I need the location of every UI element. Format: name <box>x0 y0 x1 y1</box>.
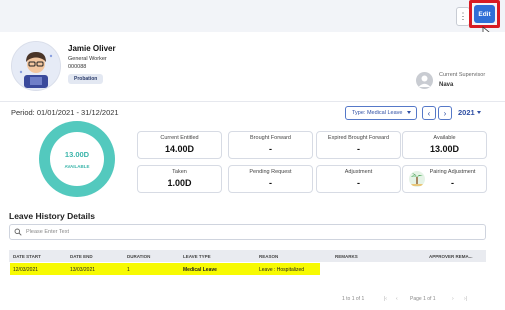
donut-center <box>50 132 104 186</box>
column-header[interactable]: REMARKS <box>335 254 358 259</box>
column-header[interactable]: LEAVE TYPE <box>183 254 211 259</box>
kebab-icon: ⋮ <box>458 11 468 21</box>
pagination-page: Page 1 of 1 <box>410 296 436 302</box>
supervisor-label: Current Supervisor <box>439 72 486 78</box>
stat-value: - <box>357 144 360 154</box>
user-icon <box>418 75 431 87</box>
employee-name: Jamie Oliver <box>68 44 116 53</box>
employee-id: 000088 <box>68 64 87 70</box>
column-header[interactable]: DURATION <box>127 254 150 259</box>
supervisor-name: Nava <box>439 82 454 88</box>
stat-label: Adjustment <box>344 169 373 175</box>
search-icon <box>14 228 22 236</box>
leave-type-select[interactable]: Type: Medical Leave <box>345 106 417 120</box>
table-cell: Leave : Hospitalized <box>259 267 305 273</box>
stat-label: Brought Forward <box>250 135 291 141</box>
employee-avatar-illustration-icon <box>12 42 60 90</box>
column-header[interactable]: APPROVER REMA... <box>429 254 473 259</box>
next-page-icon[interactable]: › <box>452 296 454 302</box>
previous-page-icon[interactable]: ‹ <box>396 296 398 302</box>
column-header[interactable]: REASON <box>259 254 278 259</box>
more-options-button[interactable]: ⋮ <box>456 7 470 26</box>
stat-value: - <box>269 178 272 188</box>
employee-role: General Worker <box>68 56 107 62</box>
stat-value: 13.00D <box>429 144 460 154</box>
search-input[interactable] <box>9 224 486 240</box>
divider <box>0 101 505 102</box>
status-badge: Probation <box>68 74 104 84</box>
table-cell: 13/03/2021 <box>70 267 96 273</box>
stat-value: - <box>269 144 272 154</box>
leave-history-title: Leave History Details <box>9 211 95 221</box>
stat-value: - <box>357 178 360 188</box>
stat-value: 14.00D <box>164 144 195 154</box>
table-cell: Medical Leave <box>183 267 217 273</box>
first-page-icon[interactable]: |‹ <box>384 296 387 302</box>
donut-value: 13.00D <box>64 150 90 159</box>
column-header[interactable]: DATE END <box>70 254 93 259</box>
stat-label: Current Entitled <box>160 135 199 141</box>
year-selector[interactable]: 2021 <box>458 108 475 117</box>
stat-label: Available <box>433 135 456 141</box>
chevron-left-icon: ‹ <box>427 108 431 118</box>
last-page-icon[interactable]: ›| <box>464 296 467 302</box>
stat-label: Taken <box>172 169 187 175</box>
next-period-button[interactable]: › <box>438 106 452 120</box>
palm-tree-icon <box>409 171 425 187</box>
table-cell: 1 <box>127 267 130 273</box>
employee-avatar <box>11 41 61 91</box>
stat-label: Pending Request <box>249 169 292 175</box>
top-bar <box>0 0 505 32</box>
previous-period-button[interactable]: ‹ <box>422 106 436 120</box>
supervisor-avatar <box>416 72 433 89</box>
year-chevron-down-icon[interactable] <box>477 111 481 114</box>
donut-label: AVAILABLE <box>64 164 90 169</box>
chevron-down-icon <box>407 111 411 114</box>
leave-type-select-label: Type: Medical Leave <box>352 110 403 116</box>
period-text: Period: 01/01/2021 - 31/12/2021 <box>11 108 119 117</box>
edit-button[interactable]: Edit <box>474 5 495 23</box>
table-cell: 12/03/2021 <box>13 267 39 273</box>
stat-label: Expired Brought Forward <box>327 135 390 141</box>
column-header[interactable]: DATE START <box>13 254 41 259</box>
search-placeholder: Please Enter Text <box>26 229 70 235</box>
pagination-range: 1 to 1 of 1 <box>342 296 365 302</box>
chevron-right-icon: › <box>443 108 447 118</box>
stat-value: 1.00D <box>167 178 192 188</box>
